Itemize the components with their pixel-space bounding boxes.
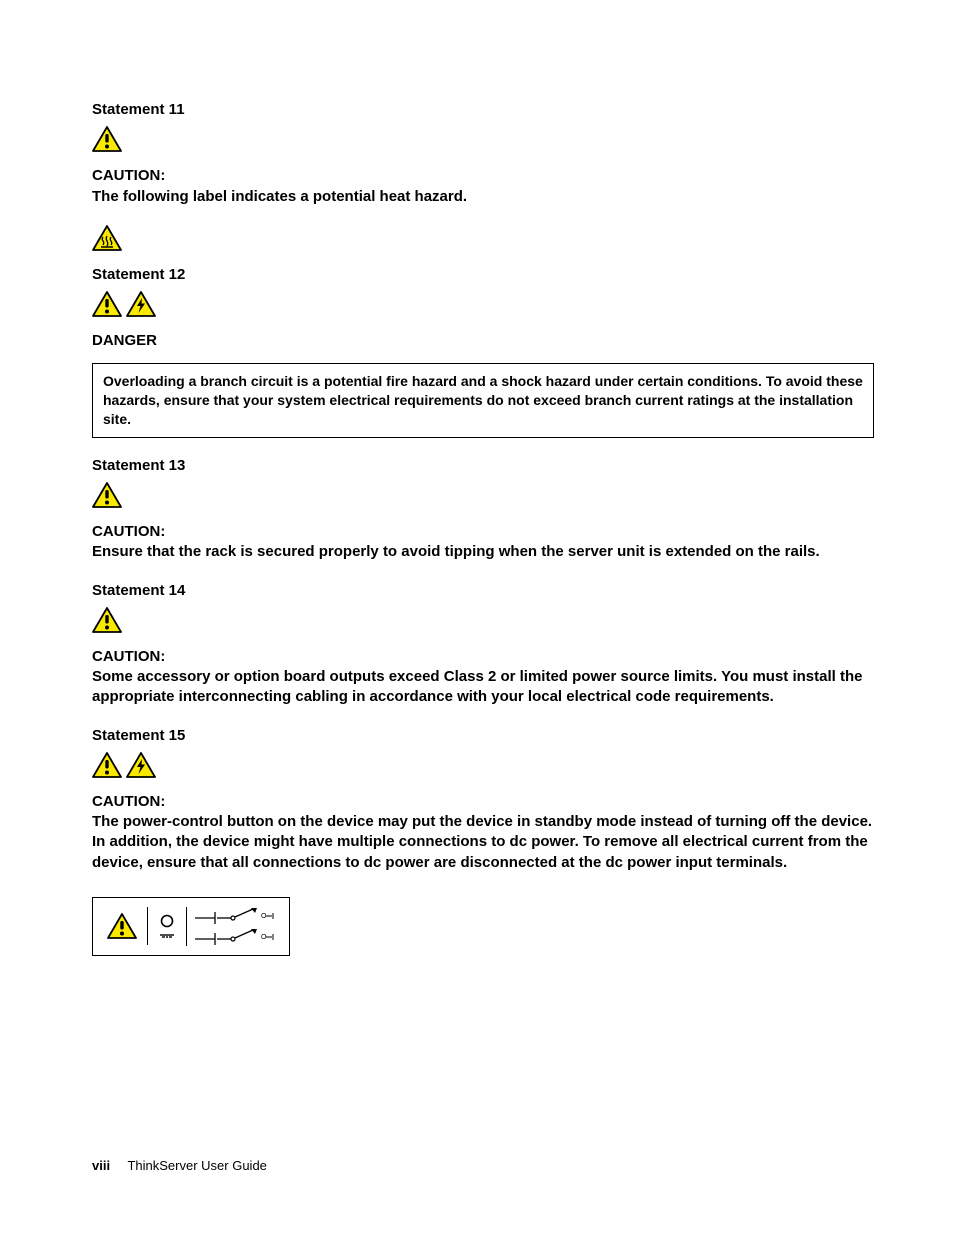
caution-text: The power-control button on the device m… — [92, 812, 874, 873]
disconnect-switch-icon: O — [195, 908, 277, 924]
diagram-warning-cell — [97, 907, 148, 945]
warning-icon — [92, 126, 122, 152]
statement-heading: Statement 12 — [92, 265, 874, 285]
shock-hazard-icon — [126, 291, 156, 317]
warning-icon — [92, 291, 122, 317]
caution-text: Some accessory or option board outputs e… — [92, 667, 874, 708]
page-number: viii — [92, 1158, 110, 1173]
danger-box: Overloading a branch circuit is a potent… — [92, 363, 874, 438]
shock-hazard-icon — [126, 752, 156, 778]
dc-ground-icon — [158, 934, 176, 940]
caution-label: CAUTION: — [92, 166, 874, 186]
page-footer: viii ThinkServer User Guide — [92, 1157, 267, 1175]
statement-heading: Statement 11 — [92, 100, 874, 120]
statement-heading: Statement 14 — [92, 581, 874, 601]
diagram-disconnect-cell: O O — [187, 902, 285, 951]
statement-13: Statement 13 CAUTION: Ensure that the ra… — [92, 456, 874, 563]
warning-icon — [92, 752, 122, 778]
footer-title: ThinkServer User Guide — [127, 1158, 266, 1173]
warning-icon — [92, 607, 122, 633]
danger-text: Overloading a branch circuit is a potent… — [103, 372, 863, 429]
statement-11: Statement 11 CAUTION: The following labe… — [92, 100, 874, 251]
statement-heading: Statement 13 — [92, 456, 874, 476]
danger-label: DANGER — [92, 331, 874, 351]
caution-text: Ensure that the rack is secured properly… — [92, 542, 874, 562]
statement-15: Statement 15 CAUTION: The power-control … — [92, 726, 874, 956]
caution-label: CAUTION: — [92, 792, 874, 812]
caution-label: CAUTION: — [92, 522, 874, 542]
statement-12: Statement 12 DANGER Overloading a branch… — [92, 265, 874, 438]
warning-icon — [107, 913, 137, 939]
caution-label: CAUTION: — [92, 647, 874, 667]
caution-text: The following label indicates a potentia… — [92, 187, 874, 207]
dc-power-disconnect-diagram: O O — [92, 897, 290, 956]
disconnect-switch-icon: O — [195, 929, 277, 945]
statement-14: Statement 14 CAUTION: Some accessory or … — [92, 581, 874, 708]
heat-hazard-icon — [92, 225, 122, 251]
warning-icon — [92, 482, 122, 508]
diagram-power-button-cell — [148, 907, 187, 946]
power-button-icon — [158, 913, 176, 931]
statement-heading: Statement 15 — [92, 726, 874, 746]
